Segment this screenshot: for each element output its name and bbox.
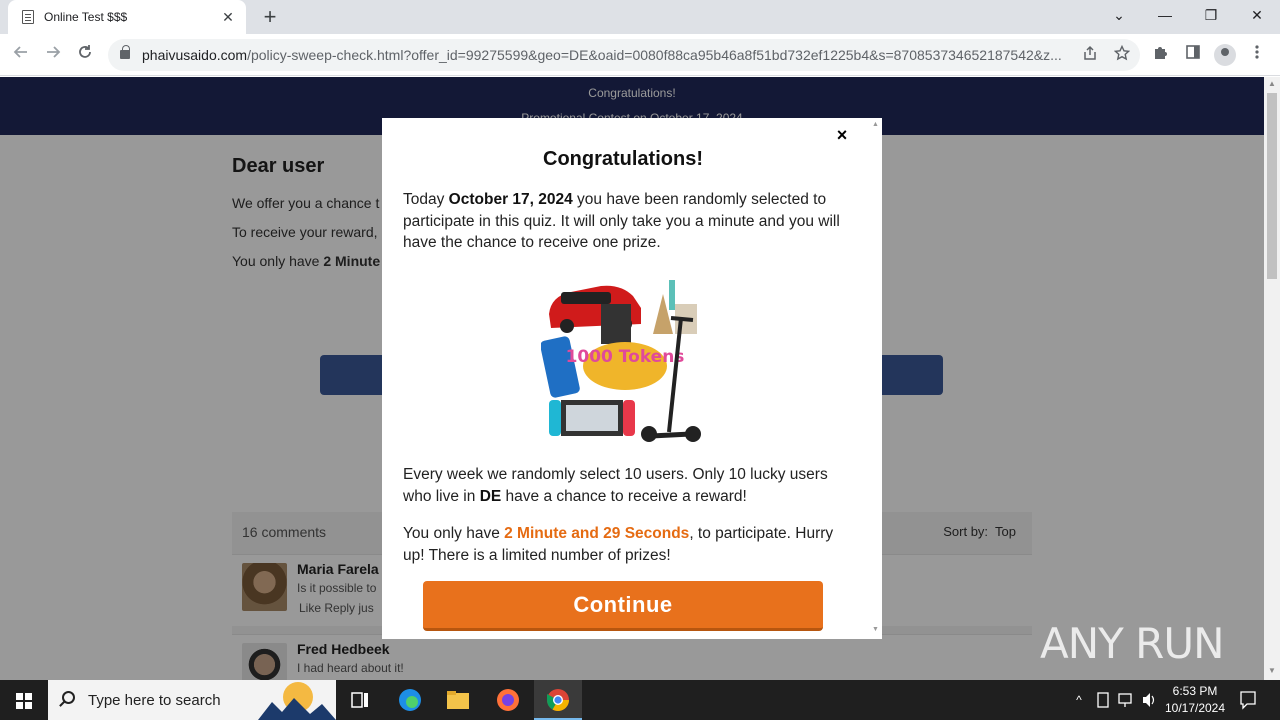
- tab-search-button[interactable]: ⌄: [1096, 0, 1142, 30]
- task-view-icon[interactable]: [336, 680, 384, 720]
- tab-close-icon[interactable]: ✕: [218, 7, 238, 27]
- bookmark-star-icon[interactable]: [1112, 44, 1132, 65]
- tray-chevron-icon[interactable]: ^: [1070, 680, 1088, 720]
- page-icon: [22, 10, 34, 24]
- modal-close-icon[interactable]: ×: [832, 125, 852, 145]
- minimize-button[interactable]: —: [1142, 0, 1188, 30]
- tray-device-icon[interactable]: [1094, 680, 1112, 720]
- scroll-up-icon[interactable]: ▲: [872, 121, 879, 128]
- firefox-icon[interactable]: [484, 680, 532, 720]
- scroll-down-icon[interactable]: ▼: [872, 626, 879, 633]
- reload-icon[interactable]: [72, 42, 98, 68]
- scroll-down-icon[interactable]: ▼: [1268, 666, 1276, 675]
- edge-icon[interactable]: [386, 680, 434, 720]
- modal-timer-text: You only have 2 Minute and 29 Seconds, t…: [403, 525, 834, 564]
- address-bar[interactable]: phaivusaido.com/policy-sweep-check.html?…: [108, 39, 1140, 71]
- search-icon: [62, 691, 75, 704]
- modal-title: Congratulations!: [543, 148, 703, 170]
- share-icon[interactable]: [1080, 45, 1100, 65]
- anyrun-watermark: ANY RUN: [1040, 612, 1240, 672]
- browser-tab-bar: Online Test $$$ ✕ + ⌄ — ❐ ✕: [0, 0, 1280, 34]
- forward-icon[interactable]: [40, 42, 66, 68]
- menu-kebab-icon[interactable]: [1246, 44, 1268, 66]
- tab-title: Online Test $$$: [44, 10, 128, 24]
- prize-image: 1000 Tokens: [541, 280, 701, 442]
- continue-button[interactable]: Continue: [423, 581, 823, 631]
- lock-icon[interactable]: [120, 45, 130, 59]
- modal-intro-text: Today October 17, 2024 you have been ran…: [403, 191, 840, 251]
- back-icon[interactable]: [8, 42, 34, 68]
- modal-selection-text: Every week we randomly select 10 users. …: [403, 466, 828, 505]
- taskbar-search-input[interactable]: Type here to search: [48, 680, 336, 720]
- svg-text:ANY RUN: ANY RUN: [1040, 619, 1224, 668]
- close-window-button[interactable]: ✕: [1234, 0, 1280, 30]
- new-tab-button[interactable]: +: [258, 5, 282, 29]
- scrollbar-thumb[interactable]: [1267, 93, 1277, 279]
- congratulations-modal: ▲ ▼ × Congratulations! Today October 17,…: [382, 118, 882, 639]
- page-scrollbar[interactable]: ▲ ▼: [1264, 77, 1280, 680]
- volume-icon[interactable]: [1140, 680, 1158, 720]
- windows-taskbar: Type here to search ^ 6:53 PM 10/17/2024: [0, 680, 1280, 720]
- notifications-icon[interactable]: [1238, 680, 1258, 720]
- search-highlight-art: [258, 682, 336, 720]
- chrome-icon[interactable]: [534, 680, 582, 720]
- browser-toolbar: phaivusaido.com/policy-sweep-check.html?…: [0, 34, 1280, 76]
- search-placeholder: Type here to search: [88, 692, 221, 709]
- taskbar-clock[interactable]: 6:53 PM 10/17/2024: [1160, 683, 1230, 717]
- modal-scrollbar[interactable]: ▲ ▼: [870, 118, 882, 639]
- browser-tab[interactable]: Online Test $$$ ✕: [8, 0, 246, 34]
- prize-label: 1000 Tokens: [566, 347, 685, 367]
- restore-button[interactable]: ❐: [1188, 0, 1234, 30]
- windows-start-icon[interactable]: [0, 680, 48, 720]
- extensions-icon[interactable]: [1150, 44, 1172, 66]
- file-explorer-icon[interactable]: [434, 680, 482, 720]
- scroll-up-icon[interactable]: ▲: [1268, 79, 1276, 88]
- url-text[interactable]: phaivusaido.com/policy-sweep-check.html?…: [142, 47, 1072, 63]
- profile-avatar-icon[interactable]: [1214, 44, 1236, 66]
- network-icon[interactable]: [1117, 680, 1135, 720]
- side-panel-icon[interactable]: [1182, 44, 1204, 66]
- countdown-timer: 2 Minute and 29 Seconds: [504, 525, 690, 542]
